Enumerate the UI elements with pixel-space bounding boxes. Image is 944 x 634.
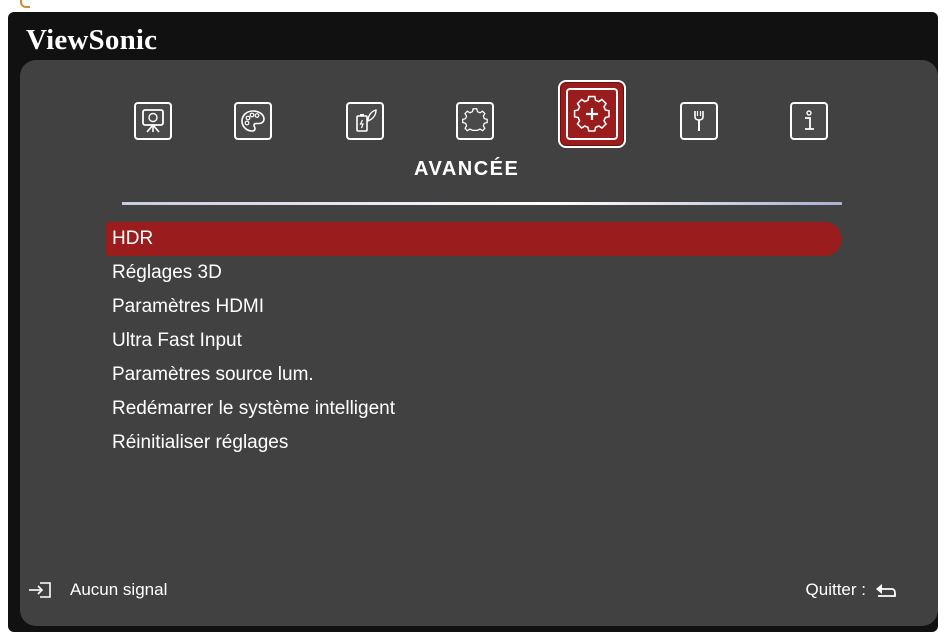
top-cut-strip bbox=[0, 0, 944, 12]
section-divider bbox=[122, 202, 842, 205]
menu-item-reset-settings[interactable]: Réinitialiser réglages bbox=[102, 426, 842, 460]
brand-logo: ViewSonic bbox=[26, 24, 158, 56]
menu-item-restart-smart-system[interactable]: Redémarrer le système intelligent bbox=[102, 392, 842, 426]
menu-item-hdmi-settings[interactable]: Paramètres HDMI bbox=[102, 290, 842, 324]
tab-advanced[interactable] bbox=[558, 80, 626, 148]
input-source-icon bbox=[29, 582, 51, 598]
tab-setup[interactable] bbox=[456, 102, 494, 140]
advanced-menu: HDR Réglages 3D Paramètres HDMI Ultra Fa… bbox=[102, 222, 842, 460]
tab-advanced-frame bbox=[566, 88, 618, 140]
menu-item-hdr[interactable]: HDR bbox=[106, 222, 842, 256]
quit-hint: Quitter : bbox=[806, 580, 898, 600]
power-eco-icon bbox=[356, 109, 377, 132]
display-icon bbox=[142, 109, 164, 133]
quit-label: Quitter : bbox=[805, 580, 866, 599]
tab-power[interactable] bbox=[346, 102, 384, 140]
tab-color[interactable] bbox=[234, 102, 272, 140]
advanced-gear-icon bbox=[573, 95, 610, 132]
tab-display[interactable] bbox=[134, 102, 172, 140]
corner-mark bbox=[20, 0, 30, 8]
tab-maintenance[interactable] bbox=[680, 102, 718, 140]
wrench-icon bbox=[694, 111, 704, 131]
section-title: AVANCÉE bbox=[414, 158, 520, 180]
menu-item-light-source-settings[interactable]: Paramètres source lum. bbox=[102, 358, 842, 392]
info-icon bbox=[805, 110, 814, 130]
signal-status-label: Aucun signal bbox=[70, 580, 168, 599]
signal-status: Aucun signal bbox=[28, 580, 167, 600]
menu-item-ultra-fast-input[interactable]: Ultra Fast Input bbox=[102, 324, 842, 358]
tab-information[interactable] bbox=[790, 102, 828, 140]
return-arrow-icon bbox=[876, 584, 896, 597]
settings-gear-icon bbox=[462, 108, 488, 132]
palette-icon bbox=[241, 110, 265, 132]
menu-item-3d-settings[interactable]: Réglages 3D bbox=[102, 256, 842, 290]
